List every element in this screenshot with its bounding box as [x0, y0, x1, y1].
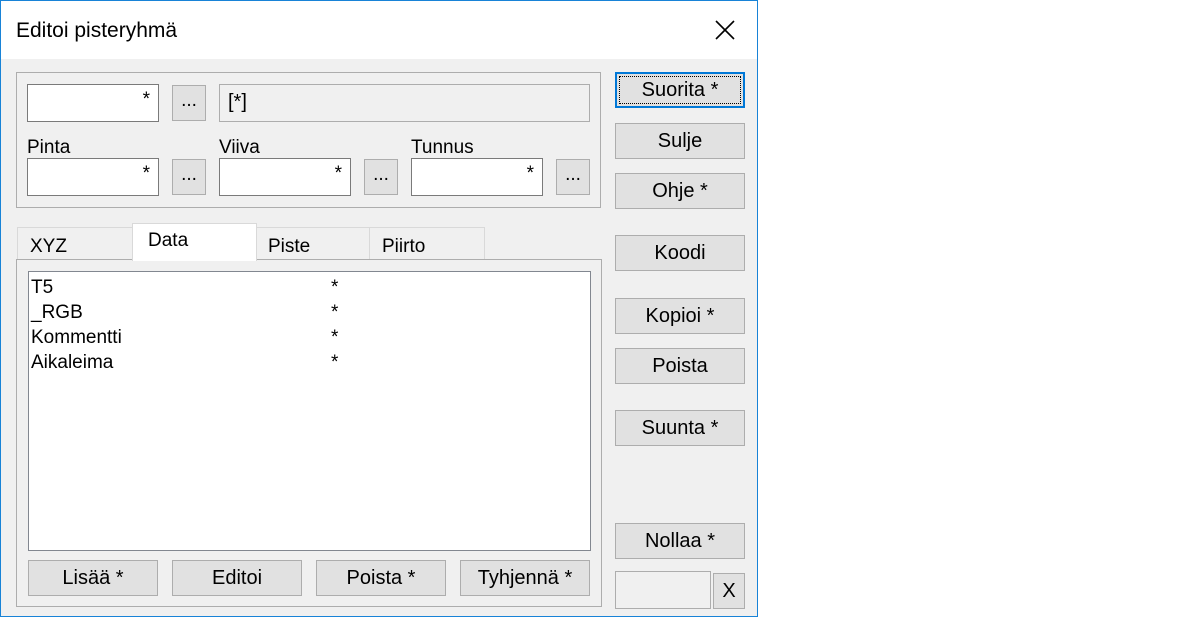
- data-list[interactable]: T5 * _RGB * Kommentti * Aikaleima *: [28, 271, 591, 551]
- close-icon: [715, 20, 735, 40]
- pinta-value: *: [142, 163, 150, 184]
- group-browse-button[interactable]: ...: [172, 85, 206, 121]
- edit-button[interactable]: Editoi: [172, 560, 302, 596]
- help-button[interactable]: Ohje *: [615, 173, 745, 209]
- tunnus-value: *: [526, 163, 534, 184]
- viiva-field[interactable]: *: [219, 158, 351, 196]
- title-bar: Editoi pisteryhmä: [1, 1, 757, 59]
- group-name-field[interactable]: *: [27, 84, 159, 122]
- delete-button[interactable]: Poista: [615, 348, 745, 384]
- viiva-browse-button[interactable]: ...: [364, 159, 398, 195]
- tunnus-browse-button[interactable]: ...: [556, 159, 590, 195]
- pinta-browse-button[interactable]: ...: [172, 159, 206, 195]
- tab-piirto[interactable]: Piirto: [369, 227, 485, 260]
- tunnus-field[interactable]: *: [411, 158, 543, 196]
- list-item-name: Aikaleima: [31, 352, 114, 373]
- list-item-value: *: [331, 277, 339, 298]
- pinta-field[interactable]: *: [27, 158, 159, 196]
- group-readonly-value: [*]: [219, 84, 590, 122]
- delete-row-button[interactable]: Poista *: [316, 560, 446, 596]
- copy-button[interactable]: Kopioi *: [615, 298, 745, 334]
- tab-xyz[interactable]: XYZ: [17, 227, 133, 260]
- tab-piste[interactable]: Piste: [255, 227, 371, 260]
- close-dialog-button[interactable]: Sulje: [615, 123, 745, 159]
- code-button[interactable]: Koodi: [615, 235, 745, 271]
- list-item[interactable]: _RGB *: [31, 302, 571, 327]
- pinta-label: Pinta: [27, 137, 71, 158]
- list-item-name: T5: [31, 277, 54, 298]
- run-button[interactable]: Suorita *: [615, 72, 745, 108]
- list-item[interactable]: T5 *: [31, 277, 571, 302]
- direction-button[interactable]: Suunta *: [615, 410, 745, 446]
- close-button[interactable]: [693, 1, 757, 59]
- list-item-value: *: [331, 352, 339, 373]
- focus-rectangle: [619, 76, 741, 104]
- reset-button[interactable]: Nollaa *: [615, 523, 745, 559]
- small-value-box[interactable]: [615, 571, 711, 609]
- list-item[interactable]: Kommentti *: [31, 327, 571, 352]
- edit-pointgroup-dialog: Editoi pisteryhmä * ... [*] Pinta * ... …: [0, 0, 758, 617]
- clear-button[interactable]: Tyhjennä *: [460, 560, 590, 596]
- viiva-value: *: [334, 163, 342, 184]
- list-item-value: *: [331, 302, 339, 323]
- tab-data[interactable]: Data: [132, 223, 257, 261]
- list-item-value: *: [331, 327, 339, 348]
- add-button[interactable]: Lisää *: [28, 560, 158, 596]
- list-item-name: _RGB: [31, 302, 83, 323]
- group-name-value: *: [142, 89, 150, 110]
- window-title: Editoi pisteryhmä: [16, 19, 178, 42]
- list-item-name: Kommentti: [31, 327, 122, 348]
- tunnus-label: Tunnus: [411, 137, 474, 158]
- x-button[interactable]: X: [713, 573, 745, 609]
- list-item[interactable]: Aikaleima *: [31, 352, 571, 377]
- viiva-label: Viiva: [219, 137, 260, 158]
